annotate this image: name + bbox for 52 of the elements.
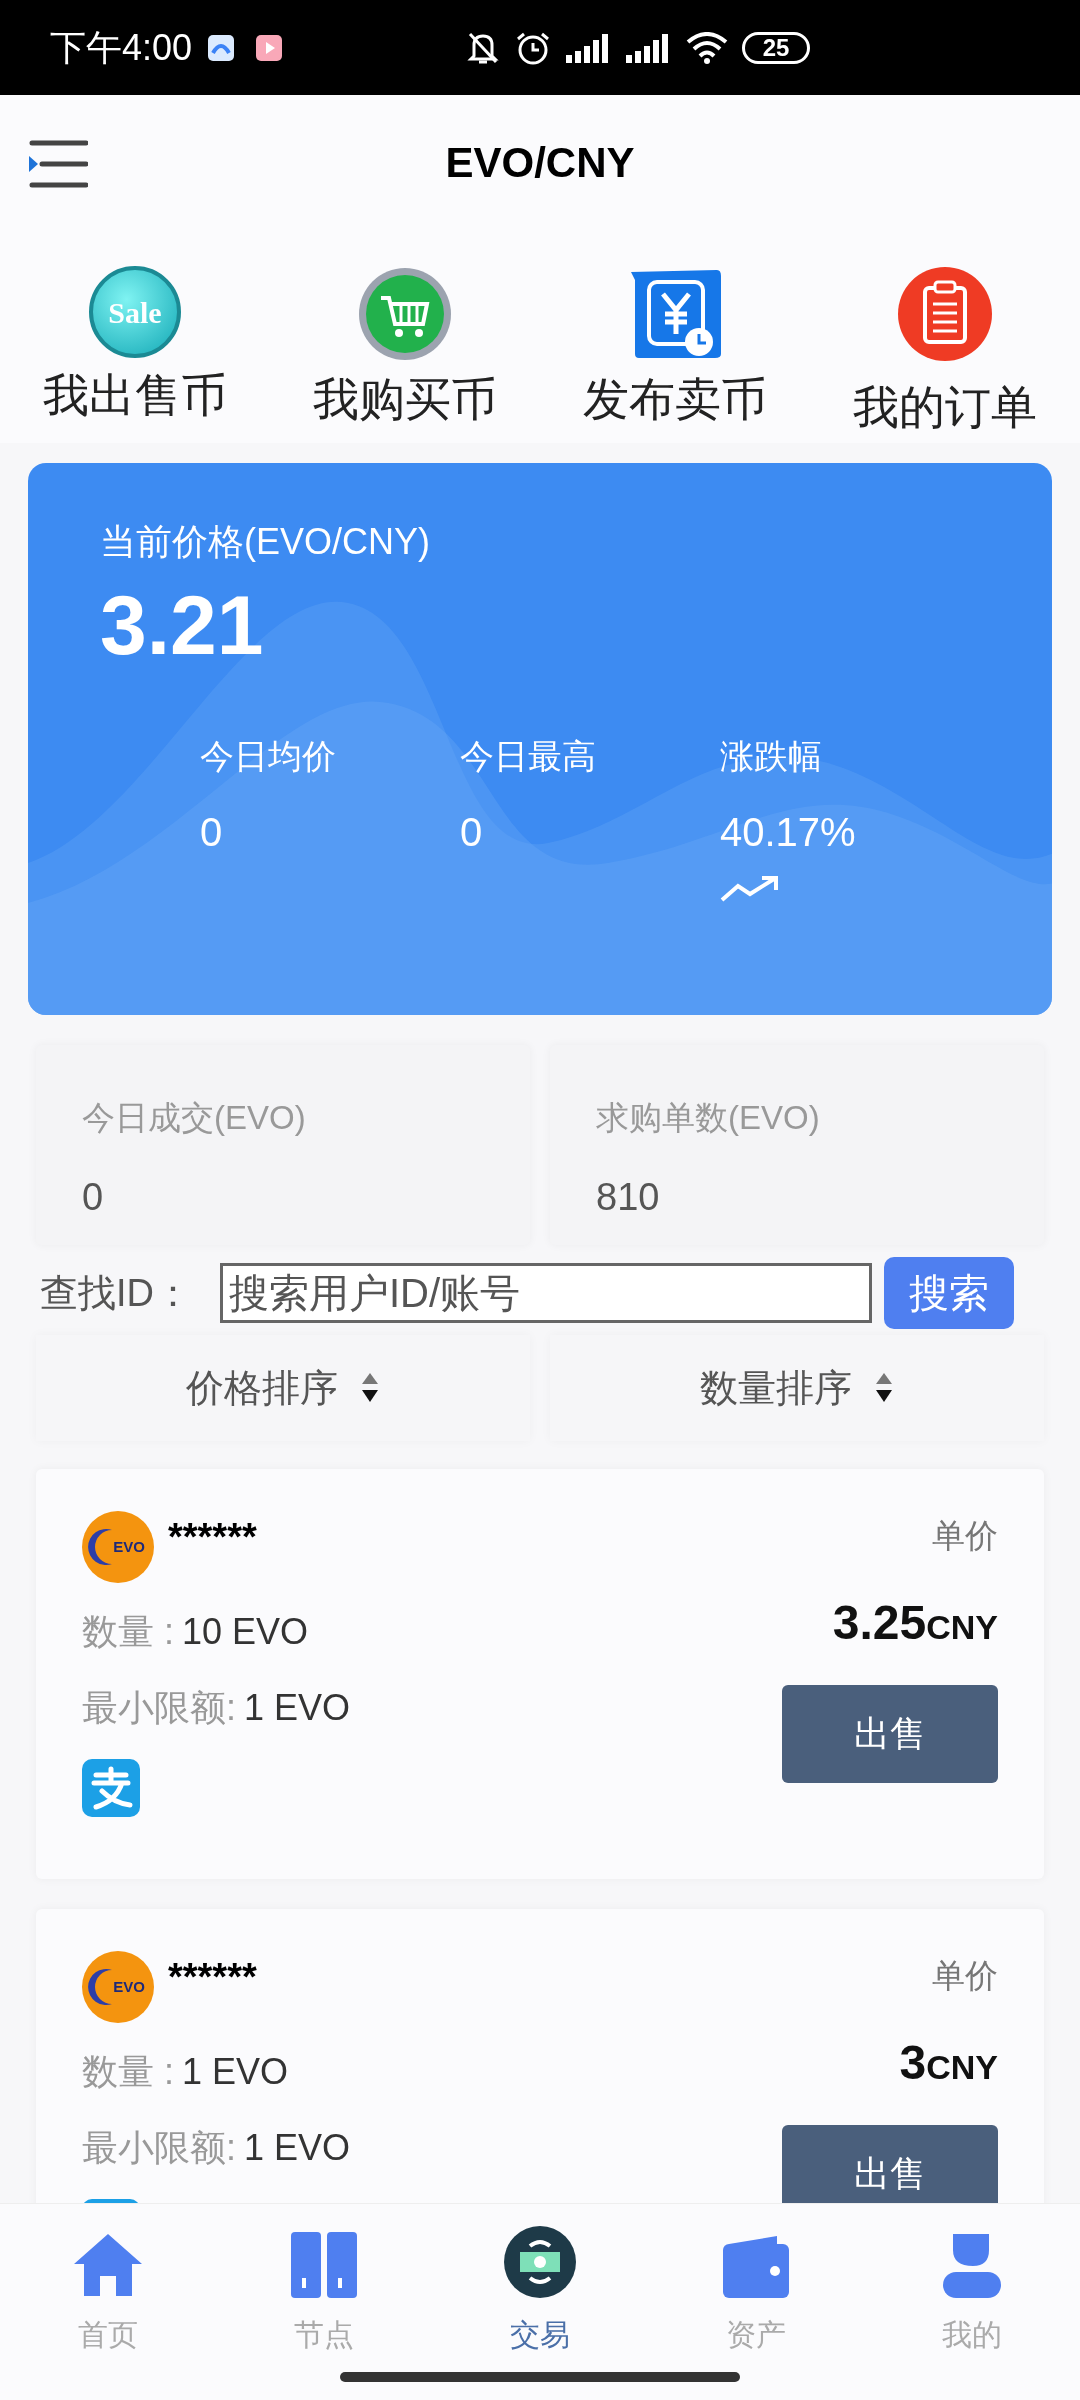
sell-button[interactable]: 出售 (782, 2124, 998, 2203)
price-label: 单价 (932, 1956, 998, 1996)
action-label[interactable]: 我出售币 (43, 372, 227, 418)
sort-button[interactable]: 数量排序 (550, 1335, 1044, 1441)
current-price: 3.21 (100, 583, 265, 667)
status-time: 下午4:00 (50, 25, 193, 70)
stat-label: 今日均价 (200, 736, 337, 777)
battery-indicator: 25 (742, 31, 810, 64)
stat-value: 0 (460, 809, 484, 856)
stat-value: 40.17% (720, 809, 857, 856)
stat-label: 涨跌幅 (720, 736, 823, 777)
sell-button[interactable]: 出售 (782, 1684, 998, 1783)
quantity-label: 数量 : (82, 2050, 174, 2094)
price-label: 单价 (932, 1516, 998, 1556)
price-label: 当前价格(EVO/CNY) (100, 520, 431, 564)
sort-button[interactable]: 价格排序 (36, 1335, 530, 1441)
search-button[interactable]: 搜索 (884, 1257, 1014, 1329)
stat-label: 今日最高 (460, 736, 597, 777)
min-limit-label: 最小限额: (82, 2126, 236, 2170)
summary-value: 0 (82, 1174, 105, 1220)
sale-icon-text: Sale (108, 294, 162, 331)
clipboard-icon (897, 266, 993, 362)
summary-label: 今日成交(EVO) (82, 1098, 307, 1138)
summary-label: 求购单数(EVO) (596, 1098, 821, 1138)
currency-unit: CNY (926, 1606, 998, 1648)
avatar-text: EVO (113, 1976, 145, 1997)
shopping-cart-icon (357, 266, 453, 362)
min-limit-value: 1 EVO (244, 2126, 351, 2170)
trade-icon (504, 2226, 576, 2298)
video-notification-icon (256, 34, 283, 61)
page-title: EVO/CNY (445, 138, 635, 188)
stat-value: 0 (200, 809, 224, 856)
wifi-icon (686, 31, 728, 64)
search-label: 查找ID： (40, 1270, 193, 1316)
quantity-value: 1 EVO (182, 2050, 289, 2094)
quantity-label: 数量 : (82, 1610, 174, 1654)
unit-price: 3 (899, 2034, 927, 2091)
action-label[interactable]: 我的订单 (853, 384, 1037, 430)
quantity-value: 10 EVO (182, 1610, 309, 1654)
avatar-text: EVO (113, 1536, 145, 1557)
user-name: ****** (168, 1954, 257, 2000)
action-label[interactable]: 我购买币 (313, 376, 497, 422)
currency-unit: CNY (926, 2046, 998, 2088)
unit-price: 3.25 (832, 1594, 927, 1651)
action-label[interactable]: 发布卖币 (583, 376, 767, 422)
min-limit-label: 最小限额: (82, 1686, 236, 1730)
app-notification-icon (208, 34, 235, 61)
menu-icon[interactable] (28, 139, 88, 189)
user-name: ****** (168, 1514, 257, 1560)
summary-value: 810 (596, 1174, 661, 1220)
search-field[interactable]: 搜索用户ID/账号 (220, 1263, 872, 1323)
min-limit-value: 1 EVO (244, 1686, 351, 1730)
